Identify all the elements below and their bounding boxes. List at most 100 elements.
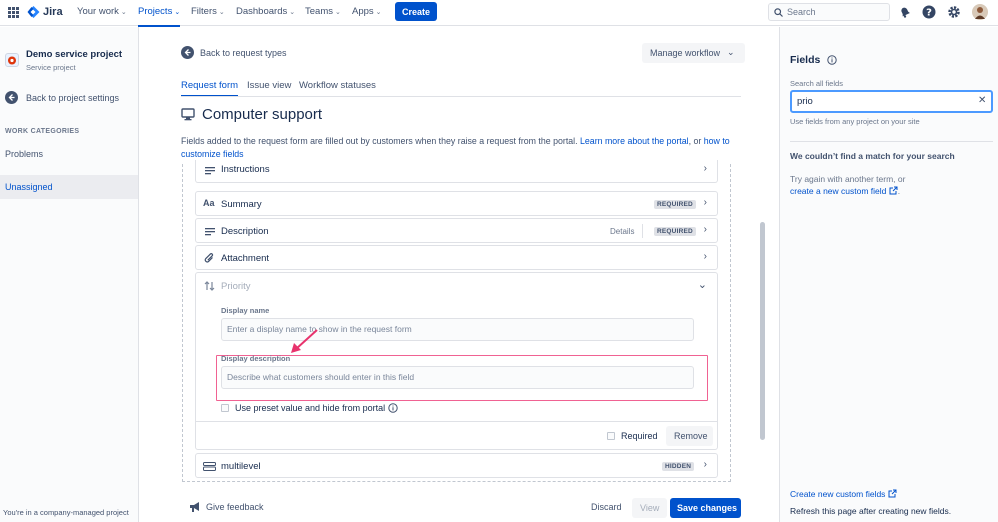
paperclip-icon <box>204 252 215 264</box>
field-row-instructions[interactable]: Instructions › <box>195 160 718 183</box>
save-changes-label: Save changes <box>677 503 738 513</box>
remove-button-label: Remove <box>674 431 708 441</box>
give-feedback-button[interactable]: Give feedback <box>189 500 279 516</box>
chevron-down-icon: ⌄ <box>727 47 735 57</box>
tab-workflow-statuses[interactable]: Workflow statuses <box>299 80 376 91</box>
display-description-input[interactable]: Describe what customers should enter in … <box>221 366 694 389</box>
info-icon[interactable] <box>827 55 837 65</box>
display-description-placeholder: Describe what customers should enter in … <box>227 372 415 382</box>
project-sidebar: Demo service project Service project Bac… <box>0 27 139 522</box>
chevron-down-icon: ⌄ <box>289 9 296 16</box>
app-switcher-icon[interactable] <box>8 7 19 18</box>
field-label-description: Description <box>221 226 269 237</box>
create-custom-fields-label: Create new custom fields <box>790 489 886 499</box>
sidebar-item-unassigned[interactable]: Unassigned <box>0 175 138 199</box>
jira-logo[interactable]: Jira <box>27 5 63 19</box>
field-label-summary: Summary <box>221 199 262 210</box>
view-button[interactable]: View <box>632 498 667 518</box>
search-icon <box>774 8 783 17</box>
text-lines-icon <box>205 166 215 175</box>
global-search-input[interactable]: Search <box>768 3 890 21</box>
hidden-badge: HIDDEN <box>662 462 695 471</box>
chevron-right-icon[interactable]: › <box>704 459 707 470</box>
priority-sort-icon <box>204 281 215 291</box>
back-to-request-types[interactable]: Back to request types <box>181 46 321 60</box>
megaphone-icon <box>189 501 202 513</box>
sidebar-item-problems[interactable]: Problems <box>5 149 43 159</box>
required-badge: REQUIRED <box>654 227 696 236</box>
back-arrow-icon <box>5 91 18 104</box>
required-checkbox-label: Required <box>621 431 658 441</box>
settings-gear-icon[interactable] <box>947 5 961 19</box>
search-helper-text: Use fields from any project on your site <box>790 117 920 126</box>
sidebar-footer: You're in a company-managed project <box>3 508 129 517</box>
chevron-down-icon: ⌄ <box>120 9 127 16</box>
remove-button[interactable]: Remove <box>666 426 713 446</box>
discard-button[interactable]: Discard <box>591 502 622 512</box>
nav-apps[interactable]: Apps ⌄ <box>352 6 382 17</box>
field-row-attachment[interactable]: Attachment › <box>195 245 718 270</box>
chevron-down-icon: ⌄ <box>174 9 181 16</box>
main-scrollbar[interactable] <box>760 222 765 440</box>
sidebar-item-unassigned-label: Unassigned <box>5 182 53 192</box>
details-label: Details <box>610 227 635 236</box>
nav-projects[interactable]: Projects ⌄ <box>138 6 181 27</box>
description-text: Fields added to the request form are fil… <box>181 136 578 146</box>
no-match-text: Try again with another term, or <box>790 174 906 184</box>
field-label-attachment: Attachment <box>221 253 270 264</box>
notifications-icon[interactable] <box>898 5 912 19</box>
preset-value-label: Use preset value and hide from portal <box>235 403 386 413</box>
editor-footer-divider <box>196 421 717 422</box>
section-heading: WORK CATEGORIES <box>5 128 80 135</box>
display-name-label: Display name <box>221 306 270 315</box>
nav-dashboards[interactable]: Dashboards ⌄ <box>236 6 295 17</box>
chevron-right-icon[interactable]: › <box>704 163 707 174</box>
field-label-instructions: Instructions <box>221 164 270 175</box>
tab-issue-view[interactable]: Issue view <box>247 80 291 91</box>
nav-your-work[interactable]: Your work ⌄ <box>77 6 127 17</box>
create-custom-fields-link[interactable]: Create new custom fields <box>790 489 897 499</box>
create-custom-field-link[interactable]: create a new custom field . <box>790 186 900 196</box>
field-row-summary[interactable]: Aa Summary REQUIRED › <box>195 191 718 216</box>
give-feedback-label: Give feedback <box>206 502 264 512</box>
search-fields-input[interactable]: prio ✕ <box>790 90 993 113</box>
project-name[interactable]: Demo service project <box>26 49 122 60</box>
display-description-label: Display description <box>221 354 291 363</box>
field-row-description[interactable]: Description Details REQUIRED › <box>195 218 718 243</box>
manage-workflow-button[interactable]: Manage workflow ⌄ <box>642 43 745 63</box>
required-checkbox[interactable] <box>607 432 615 440</box>
fields-panel: Fields Search all fields prio ✕ Use fiel… <box>779 27 998 522</box>
save-changes-button[interactable]: Save changes <box>670 498 741 518</box>
chevron-right-icon[interactable]: › <box>704 251 707 262</box>
top-navigation: Jira Your work ⌄ Projects ⌄ Filters ⌄ Dashb… <box>0 0 998 27</box>
manage-workflow-label: Manage workflow <box>650 48 721 58</box>
tab-request-form[interactable]: Request form <box>181 80 239 97</box>
refresh-text: Refresh this page after creating new fie… <box>790 506 952 516</box>
preset-value-checkbox[interactable] <box>221 404 229 412</box>
required-badge: REQUIRED <box>654 200 696 209</box>
field-row-multilevel[interactable]: multilevel HIDDEN › <box>195 453 718 478</box>
jira-logo-text: Jira <box>43 6 63 18</box>
help-icon[interactable]: ? <box>922 5 936 19</box>
chevron-right-icon[interactable]: › <box>704 224 707 235</box>
page-description: Fields added to the request form are fil… <box>181 135 743 161</box>
nav-filters[interactable]: Filters ⌄ <box>191 6 225 17</box>
external-link-icon <box>888 489 897 498</box>
project-type: Service project <box>26 63 76 72</box>
back-to-project-settings[interactable]: Back to project settings <box>5 91 135 105</box>
info-icon[interactable] <box>388 403 398 413</box>
avatar[interactable] <box>972 4 988 20</box>
svg-text:?: ? <box>926 8 932 19</box>
search-fields-label: Search all fields <box>790 79 843 88</box>
annotation-arrow-icon <box>288 328 320 356</box>
chevron-right-icon[interactable]: › <box>704 197 707 208</box>
project-avatar <box>5 53 19 67</box>
nav-teams[interactable]: Teams ⌄ <box>305 6 341 17</box>
text-lines-icon <box>205 227 215 236</box>
clear-icon[interactable]: ✕ <box>978 95 986 106</box>
create-button[interactable]: Create <box>395 2 437 21</box>
description-or: , or <box>688 136 702 146</box>
external-link-icon <box>889 186 898 195</box>
learn-more-link[interactable]: Learn more about the portal <box>580 136 689 146</box>
chevron-down-icon[interactable]: ⌄ <box>698 278 707 291</box>
